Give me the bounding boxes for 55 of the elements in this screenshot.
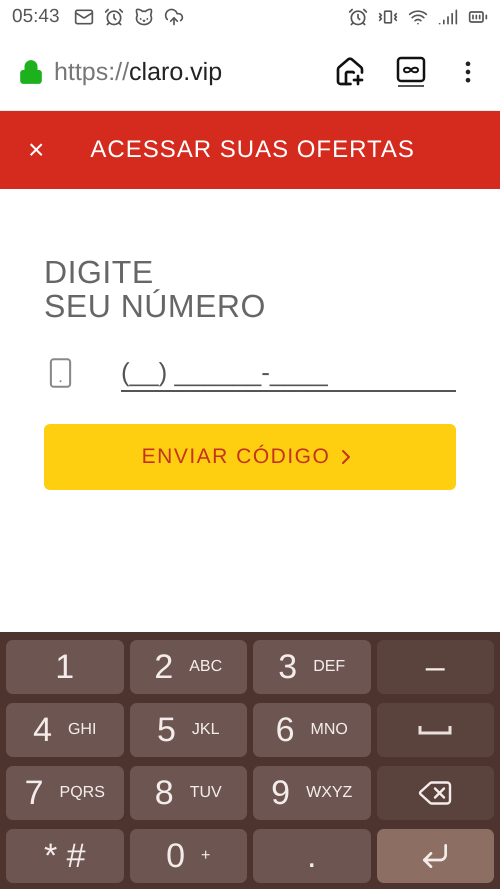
key-label: 9 bbox=[271, 774, 290, 812]
close-button[interactable]: × bbox=[28, 134, 44, 166]
form-heading: DIGITE bbox=[44, 255, 154, 289]
key-letters: TUV bbox=[190, 784, 222, 802]
key-label: 3 bbox=[278, 648, 298, 686]
key-letters: ABC bbox=[189, 658, 222, 676]
space-icon bbox=[418, 725, 452, 735]
signal-icon bbox=[438, 7, 458, 27]
key-label: 2 bbox=[154, 648, 174, 686]
send-code-button[interactable]: ENVIAR CÓDIGO bbox=[44, 424, 456, 490]
header-title: ACESSAR SUAS OFERTAS bbox=[90, 136, 415, 164]
status-time: 05:43 bbox=[12, 6, 60, 28]
url-text[interactable]: https://claro.vip bbox=[54, 58, 324, 86]
key-label: * # bbox=[44, 836, 86, 876]
keyboard-key[interactable]: – bbox=[376, 640, 494, 694]
key-letters: PQRS bbox=[60, 784, 105, 802]
key-label: . bbox=[307, 836, 316, 876]
key-letters: WXYZ bbox=[306, 784, 352, 802]
keyboard-key[interactable]: 3 DEF bbox=[253, 640, 370, 694]
key-label: 5 bbox=[157, 710, 176, 750]
key-label: 1 bbox=[55, 648, 74, 686]
mail-icon bbox=[74, 7, 94, 27]
key-label: 7 bbox=[24, 774, 44, 812]
enter-key[interactable] bbox=[376, 829, 494, 883]
cloud-upload-icon bbox=[164, 7, 184, 27]
tabs-icon[interactable] bbox=[396, 56, 426, 88]
keyboard-key[interactable]: 5 JKL bbox=[130, 703, 247, 757]
backspace-key[interactable] bbox=[376, 766, 494, 820]
key-letters: JKL bbox=[192, 721, 220, 739]
add-home-icon[interactable] bbox=[334, 56, 366, 88]
key-label: 6 bbox=[276, 710, 295, 750]
alarm-icon bbox=[104, 7, 124, 27]
keyboard-key[interactable]: 2 ABC bbox=[130, 640, 247, 694]
form-heading: SEU NÚMERO bbox=[44, 289, 267, 323]
cat-icon bbox=[134, 7, 154, 27]
keyboard-key[interactable]: 7 PQRS bbox=[6, 766, 124, 820]
key-letters: DEF bbox=[313, 658, 346, 676]
alarm-icon bbox=[348, 7, 368, 27]
keyboard-key[interactable]: . bbox=[253, 829, 370, 883]
key-label: 8 bbox=[154, 774, 174, 812]
keyboard-key[interactable]: 6 MNO bbox=[253, 703, 370, 757]
key-label: 4 bbox=[33, 710, 52, 750]
keyboard-key[interactable]: 8 TUV bbox=[130, 766, 247, 820]
lock-icon bbox=[18, 59, 44, 85]
key-letters: MNO bbox=[310, 721, 348, 739]
keyboard-key[interactable]: 1 bbox=[6, 640, 124, 694]
space-key[interactable] bbox=[376, 703, 494, 757]
keyboard-key[interactable]: 4 GHI bbox=[6, 703, 124, 757]
keyboard-key[interactable]: 9 WXYZ bbox=[253, 766, 370, 820]
keyboard-key[interactable]: * # bbox=[6, 829, 124, 883]
key-label: – bbox=[426, 648, 445, 686]
key-letters: GHI bbox=[68, 721, 96, 739]
keyboard-key[interactable]: 0 + bbox=[130, 829, 247, 883]
key-letters: + bbox=[201, 847, 210, 865]
key-label: 0 bbox=[166, 836, 186, 876]
